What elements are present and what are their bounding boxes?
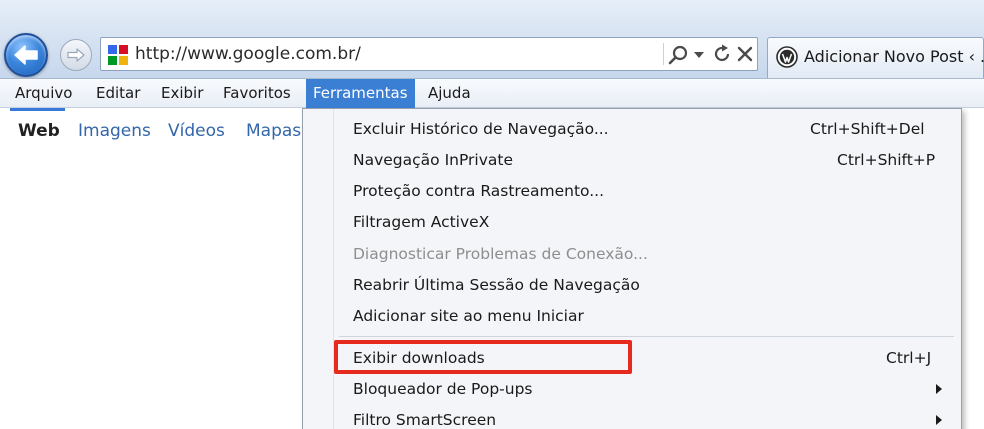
menu-editar[interactable]: Editar bbox=[89, 79, 147, 108]
search-icon[interactable] bbox=[667, 43, 691, 67]
menu-separator bbox=[339, 336, 954, 337]
google-nav-mapas[interactable]: Mapas bbox=[246, 121, 301, 141]
submenu-arrow-icon bbox=[936, 384, 942, 394]
menu-item-diagnosticar: Diagnosticar Problemas de Conexão... bbox=[303, 239, 961, 270]
tab-title: Adicionar Novo Post ‹ .: bbox=[804, 47, 984, 66]
forward-button[interactable] bbox=[60, 39, 92, 71]
menu-item-shortcut: Ctrl+Shift+P bbox=[837, 151, 936, 169]
menu-label: Ferramentas bbox=[313, 84, 408, 102]
menu-item-filtragem-activex[interactable]: Filtragem ActiveX bbox=[303, 207, 961, 238]
menu-label: Ajuda bbox=[428, 84, 471, 102]
selected-tab-indicator bbox=[10, 108, 65, 111]
tools-menu: Excluir Histórico de Navegação... Ctrl+S… bbox=[302, 108, 962, 429]
menu-item-label: Diagnosticar Problemas de Conexão... bbox=[353, 245, 648, 263]
menu-item-shortcut: Ctrl+Shift+Del bbox=[810, 120, 925, 138]
submenu-arrow-icon bbox=[936, 415, 942, 425]
menu-label: Editar bbox=[96, 84, 141, 102]
menu-bar: Arquivo Editar Exibir Favoritos Ferramen… bbox=[0, 78, 984, 108]
url-input[interactable] bbox=[135, 39, 655, 69]
menu-item-label: Adicionar site ao menu Iniciar bbox=[353, 307, 584, 325]
close-icon[interactable] bbox=[735, 44, 755, 64]
browser-toolbar: Adicionar Novo Post ‹ .: bbox=[0, 0, 984, 78]
menu-label: Favoritos bbox=[223, 84, 291, 102]
menu-label: Arquivo bbox=[15, 84, 73, 102]
browser-tab[interactable]: Adicionar Novo Post ‹ .: bbox=[767, 37, 984, 78]
address-divider bbox=[663, 43, 664, 65]
menu-item-label: Reabrir Última Sessão de Navegação bbox=[353, 276, 640, 294]
wordpress-icon bbox=[776, 46, 798, 68]
back-button[interactable] bbox=[4, 33, 48, 77]
menu-favoritos[interactable]: Favoritos bbox=[216, 79, 298, 108]
menu-ajuda[interactable]: Ajuda bbox=[421, 79, 478, 108]
menu-item-label: Proteção contra Rastreamento... bbox=[353, 182, 605, 200]
refresh-icon[interactable] bbox=[711, 43, 733, 65]
menu-item-label: Filtragem ActiveX bbox=[353, 213, 490, 231]
address-bar[interactable] bbox=[100, 37, 758, 71]
menu-exibir[interactable]: Exibir bbox=[154, 79, 210, 108]
google-nav-web[interactable]: Web bbox=[18, 121, 60, 141]
menu-item-protecao-rastreamento[interactable]: Proteção contra Rastreamento... bbox=[303, 176, 961, 207]
arrow-left-icon bbox=[14, 45, 38, 65]
chevron-down-icon[interactable] bbox=[693, 49, 705, 61]
arrow-right-icon bbox=[67, 48, 85, 62]
menu-item-label: Bloqueador de Pop-ups bbox=[353, 380, 533, 398]
menu-item-bloqueador-popups[interactable]: Bloqueador de Pop-ups bbox=[303, 374, 961, 405]
menu-item-filtro-smartscreen[interactable]: Filtro SmartScreen bbox=[303, 405, 961, 429]
highlight-annotation bbox=[334, 340, 632, 374]
menu-item-adicionar-site[interactable]: Adicionar site ao menu Iniciar bbox=[303, 301, 961, 332]
menu-arquivo[interactable]: Arquivo bbox=[8, 79, 79, 108]
google-favicon-icon bbox=[108, 45, 128, 65]
menu-item-shortcut: Ctrl+J bbox=[886, 349, 932, 367]
google-nav-videos[interactable]: Vídeos bbox=[168, 121, 225, 141]
menu-item-label: Filtro SmartScreen bbox=[353, 411, 497, 429]
menu-item-label: Excluir Histórico de Navegação... bbox=[353, 120, 609, 138]
menu-item-label: Navegação InPrivate bbox=[353, 151, 514, 169]
menu-item-reabrir-sessao[interactable]: Reabrir Última Sessão de Navegação bbox=[303, 270, 961, 301]
menu-ferramentas[interactable]: Ferramentas bbox=[306, 79, 415, 108]
google-nav-imagens[interactable]: Imagens bbox=[78, 121, 151, 141]
menu-label: Exibir bbox=[161, 84, 204, 102]
menu-item-excluir-historico[interactable]: Excluir Histórico de Navegação... Ctrl+S… bbox=[303, 114, 961, 145]
menu-item-inprivate[interactable]: Navegação InPrivate Ctrl+Shift+P bbox=[303, 145, 961, 176]
